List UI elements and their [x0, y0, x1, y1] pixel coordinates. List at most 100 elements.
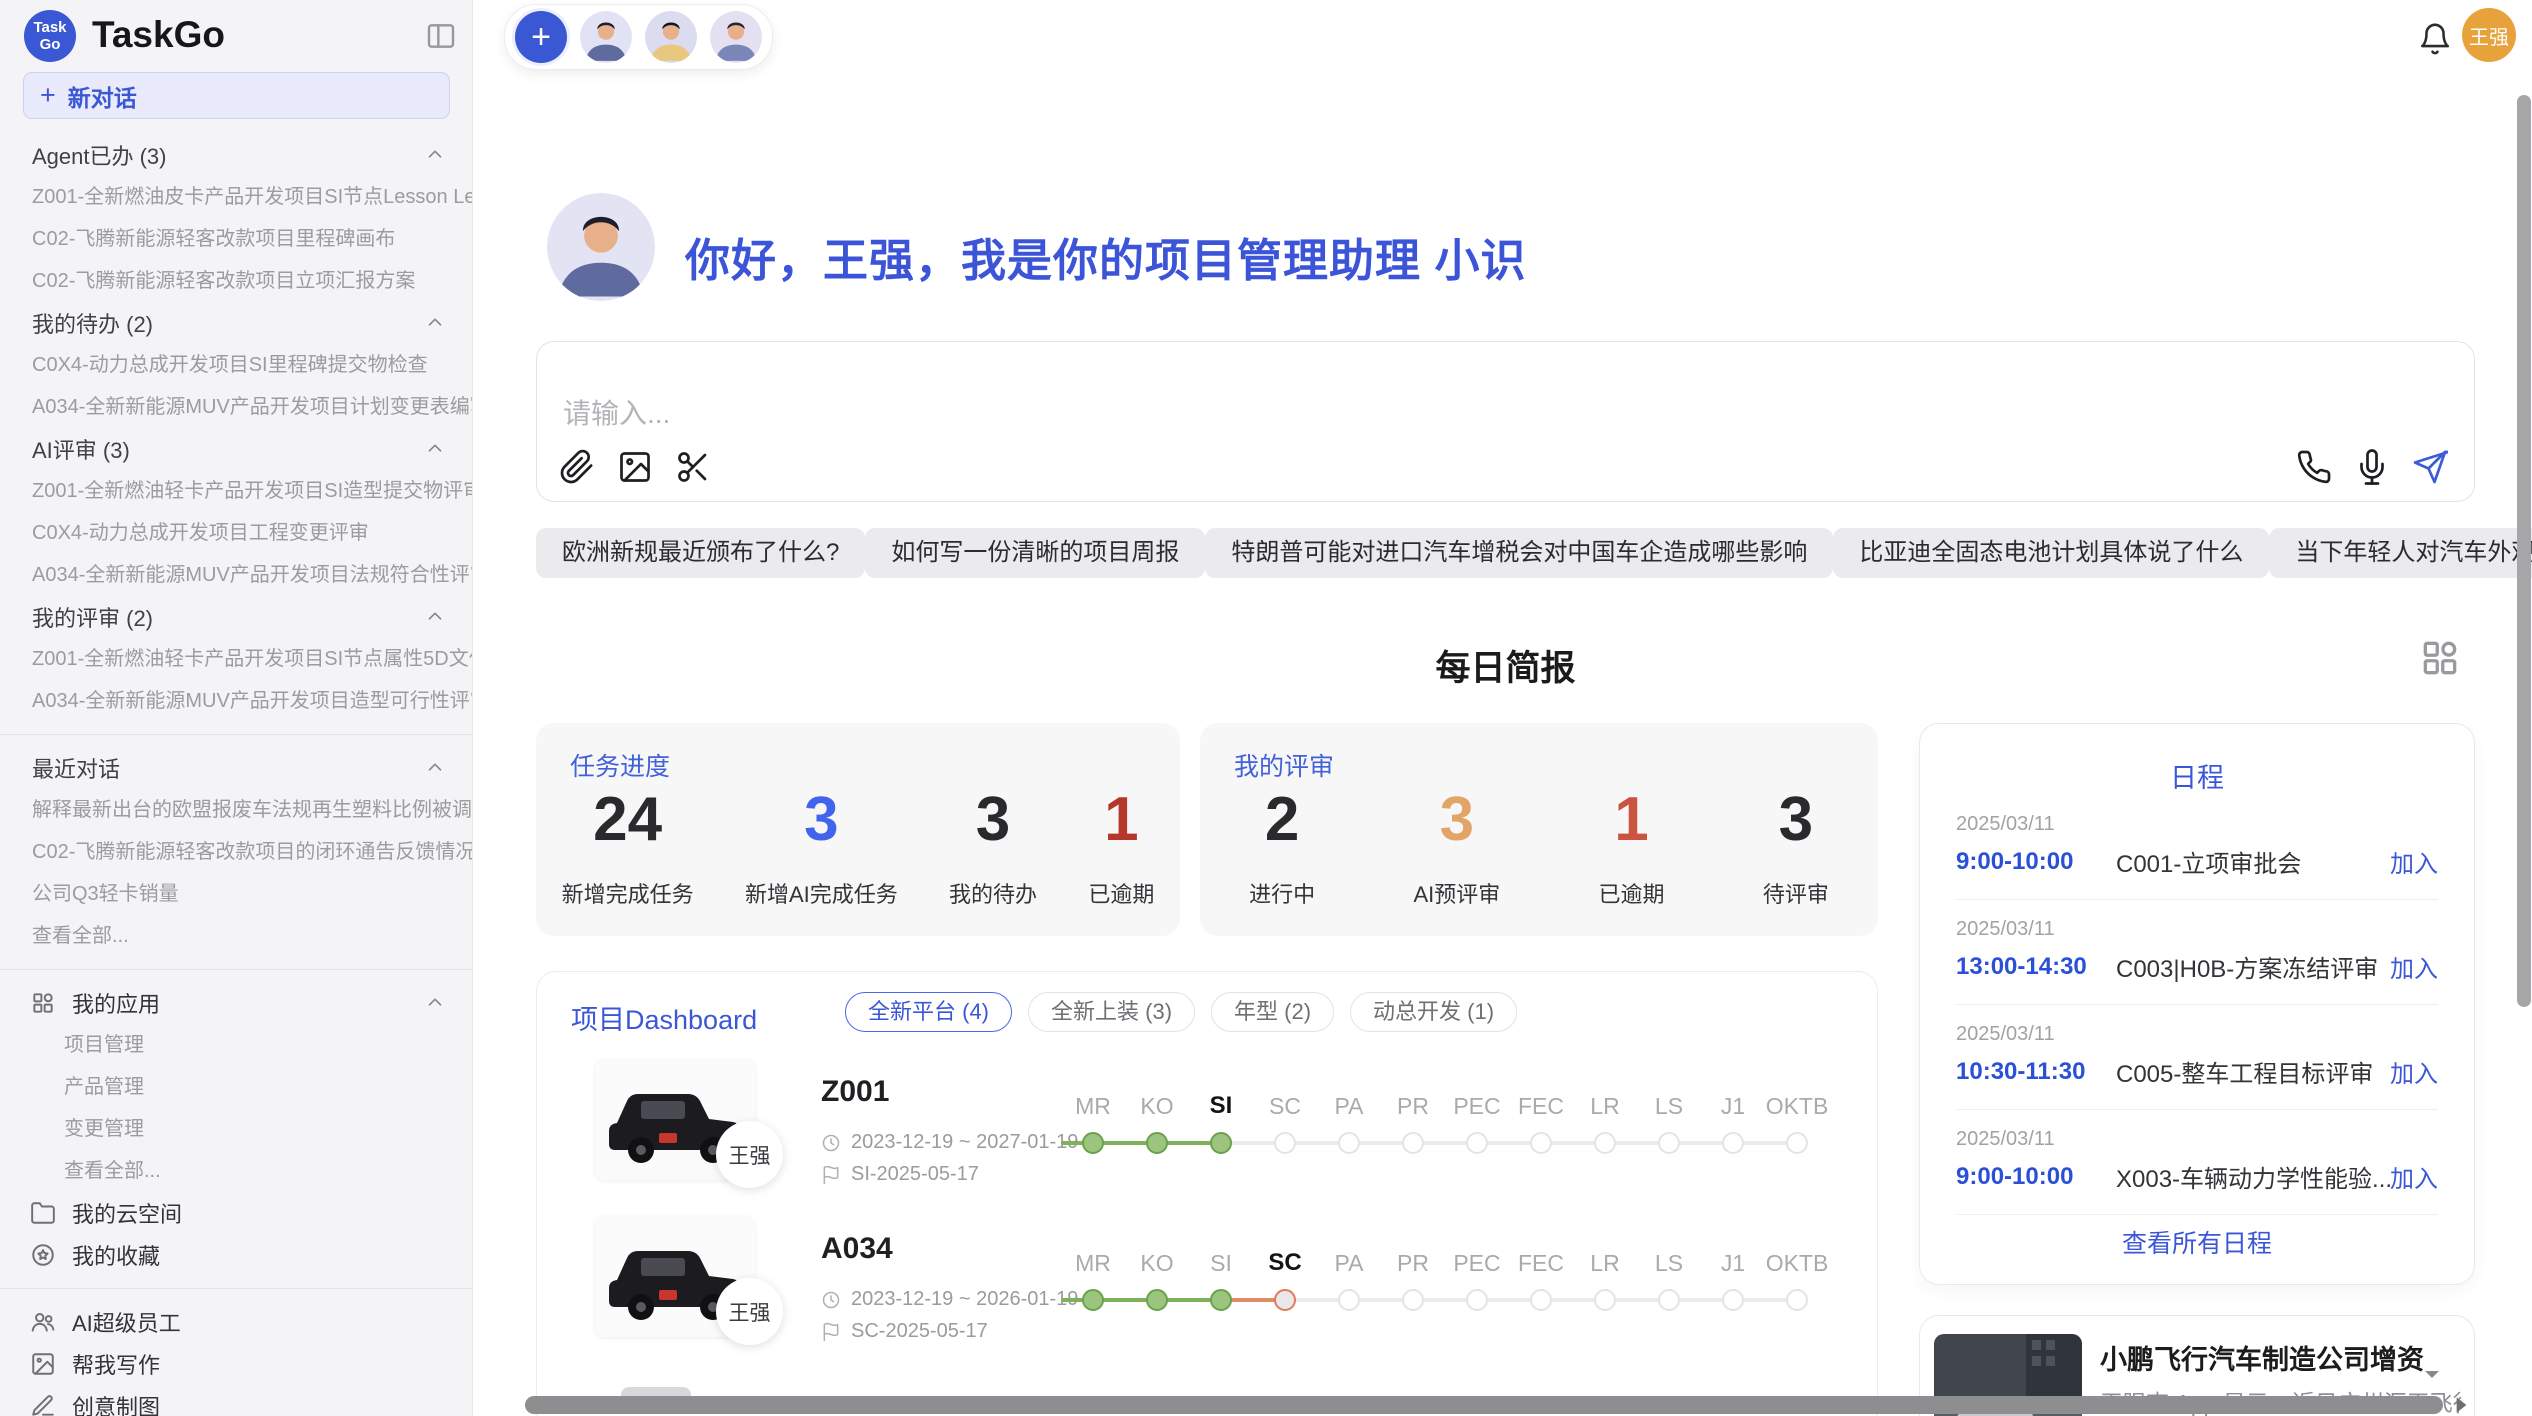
stat-value: 3 [745, 789, 898, 851]
scroll-right-icon[interactable] [2448, 1392, 2474, 1416]
add-agent-button[interactable]: + [515, 11, 567, 63]
milestone-dot[interactable] [1274, 1289, 1296, 1311]
join-meeting-link[interactable]: 加入 [2390, 1159, 2438, 1194]
sidebar-conversation-item[interactable]: A034-全新新能源MUV产品开发项目法规符合性评审 [0, 554, 472, 596]
screenshot-scissors-icon[interactable] [675, 449, 711, 485]
milestone-dot[interactable] [1658, 1289, 1680, 1311]
chevron-up-icon[interactable] [424, 438, 446, 460]
new-chat-button[interactable]: + 新对话 [23, 72, 450, 119]
milestone-dot[interactable] [1210, 1132, 1232, 1154]
milestone-dot[interactable] [1722, 1289, 1744, 1311]
sidebar-recent-item[interactable]: C02-飞腾新能源轻客改款项目的闭环通告反馈情况 [0, 831, 472, 873]
schedule-time: 9:00-10:00 [1956, 1163, 2116, 1191]
suggestion-chip[interactable]: 比亚迪全固态电池计划具体说了什么 [1833, 528, 2269, 578]
milestone-dot[interactable] [1530, 1132, 1552, 1154]
sidebar-recent-item[interactable]: 查看全部... [0, 915, 472, 957]
sidebar-conversation-item[interactable]: C02-飞腾新能源轻客改款项目里程碑画布 [0, 218, 472, 260]
sidebar-conversation-item[interactable]: C02-飞腾新能源轻客改款项目立项汇报方案 [0, 260, 472, 302]
milestone-dot[interactable] [1594, 1132, 1616, 1154]
milestone-dot[interactable] [1210, 1289, 1232, 1311]
sidebar-item-my-apps[interactable]: 我的应用 [0, 982, 472, 1024]
join-meeting-link[interactable]: 加入 [2390, 844, 2438, 879]
agent-avatar-1[interactable] [580, 11, 632, 63]
chevron-up-icon[interactable] [424, 992, 446, 1014]
sidebar-app-item[interactable]: 查看全部... [0, 1150, 472, 1192]
user-avatar[interactable]: 王强 [2462, 8, 2516, 62]
schedule-time: 9:00-10:00 [1956, 848, 2116, 876]
sidebar-conversation-item[interactable]: C0X4-动力总成开发项目工程变更评审 [0, 512, 472, 554]
dashboard-filter-pill[interactable]: 全新上装 (3) [1028, 992, 1195, 1032]
milestone-dot[interactable] [1722, 1132, 1744, 1154]
join-meeting-link[interactable]: 加入 [2390, 1054, 2438, 1089]
chevron-up-icon[interactable] [424, 312, 446, 334]
chevron-up-icon[interactable] [424, 757, 446, 779]
brief-layout-icon[interactable] [2418, 636, 2462, 680]
milestone-dot[interactable] [1466, 1289, 1488, 1311]
sidebar-conversation-item[interactable]: A034-全新新能源MUV产品开发项目造型可行性评审 [0, 680, 472, 722]
cloud-space-label: 我的云空间 [72, 1197, 182, 1229]
milestone-dot[interactable] [1658, 1132, 1680, 1154]
scroll-down-icon[interactable] [2420, 1362, 2444, 1386]
sidebar-section-header[interactable]: 我的评审 (2) [0, 596, 472, 638]
voice-call-icon[interactable] [2296, 449, 2332, 485]
sidebar-section-recent[interactable]: 最近对话 [0, 747, 472, 789]
milestone-dot[interactable] [1146, 1132, 1168, 1154]
sidebar-section-header[interactable]: 我的待办 (2) [0, 302, 472, 344]
sidebar-item-creative-drawing[interactable]: 创意制图 [0, 1385, 472, 1416]
milestone-dot[interactable] [1402, 1289, 1424, 1311]
milestone-dot[interactable] [1338, 1289, 1360, 1311]
sidebar-collapse-icon[interactable] [424, 20, 458, 52]
project-code[interactable]: Z001 [821, 1075, 889, 1109]
sidebar-conversation-item[interactable]: Z001-全新燃油皮卡产品开发项目SI节点Lesson Learn报告 [0, 176, 472, 218]
chat-composer[interactable]: 请输入... [536, 341, 2475, 502]
join-meeting-link[interactable]: 加入 [2390, 949, 2438, 984]
notification-bell-icon[interactable] [2418, 22, 2452, 56]
milestone-dot[interactable] [1786, 1289, 1808, 1311]
sidebar-item-ai-super-staff[interactable]: AI超级员工 [0, 1301, 472, 1343]
sidebar-item-cloud-space[interactable]: 我的云空间 [0, 1192, 472, 1234]
milestone-dot[interactable] [1274, 1132, 1296, 1154]
sidebar-app-item[interactable]: 产品管理 [0, 1066, 472, 1108]
suggestion-chip[interactable]: 欧洲新规最近颁布了什么? [536, 528, 865, 578]
send-icon[interactable] [2412, 449, 2448, 485]
milestone-dot[interactable] [1786, 1132, 1808, 1154]
chevron-up-icon[interactable] [424, 144, 446, 166]
sidebar-conversation-item[interactable]: Z001-全新燃油轻卡产品开发项目SI节点属性5D文件评审 [0, 638, 472, 680]
sidebar-conversation-item[interactable]: A034-全新新能源MUV产品开发项目计划变更表编写 [0, 386, 472, 428]
milestone-dot[interactable] [1338, 1132, 1360, 1154]
sidebar-section-header[interactable]: AI评审 (3) [0, 428, 472, 470]
sidebar-item-help-me-write[interactable]: 帮我写作 [0, 1343, 472, 1385]
sidebar-app-item[interactable]: 变更管理 [0, 1108, 472, 1150]
view-all-schedule-link[interactable]: 查看所有日程 [1920, 1224, 2474, 1260]
milestone-dot[interactable] [1594, 1289, 1616, 1311]
image-upload-icon[interactable] [617, 449, 653, 485]
sidebar-item-favorites[interactable]: 我的收藏 [0, 1234, 472, 1276]
suggestion-chip[interactable]: 特朗普可能对进口汽车增税会对中国车企造成哪些影响 [1205, 528, 1833, 578]
agent-avatar-2[interactable] [645, 11, 697, 63]
sidebar-section-header[interactable]: Agent已办 (3) [0, 134, 472, 176]
sidebar-recent-item[interactable]: 公司Q3轻卡销量 [0, 873, 472, 915]
milestone-dot[interactable] [1402, 1132, 1424, 1154]
sidebar-conversation-item[interactable]: C0X4-动力总成开发项目SI里程碑提交物检查 [0, 344, 472, 386]
dashboard-filter-pill[interactable]: 年型 (2) [1211, 992, 1334, 1032]
milestone-dot[interactable] [1530, 1289, 1552, 1311]
milestone-dot[interactable] [1146, 1289, 1168, 1311]
attachment-icon[interactable] [559, 449, 595, 485]
milestone-dot[interactable] [1082, 1132, 1104, 1154]
milestone-dot[interactable] [1466, 1132, 1488, 1154]
agent-avatar-3[interactable] [710, 11, 762, 63]
suggestion-chip[interactable]: 如何写一份清晰的项目周报 [865, 528, 1205, 578]
sidebar-recent-item[interactable]: 解释最新出台的欧盟报废车法规再生塑料比例被调至15%... [0, 789, 472, 831]
project-code[interactable]: A034 [821, 1232, 893, 1266]
microphone-icon[interactable] [2354, 449, 2390, 485]
dashboard-filter-pill[interactable]: 动总开发 (1) [1350, 992, 1517, 1032]
vertical-scrollbar[interactable] [2517, 95, 2531, 1007]
chat-input[interactable]: 请输入... [563, 392, 670, 432]
dashboard-filter-pill[interactable]: 全新平台 (4) [845, 992, 1012, 1032]
sidebar-conversation-item[interactable]: Z001-全新燃油轻卡产品开发项目SI造型提交物评审 [0, 470, 472, 512]
milestone-dot[interactable] [1082, 1289, 1104, 1311]
sidebar-app-item[interactable]: 项目管理 [0, 1024, 472, 1066]
horizontal-scrollbar[interactable] [525, 1396, 2443, 1414]
suggestion-chip[interactable]: 当下年轻人对汽车外观有怎样的喜好趋势 [2269, 528, 2532, 578]
chevron-up-icon[interactable] [424, 606, 446, 628]
